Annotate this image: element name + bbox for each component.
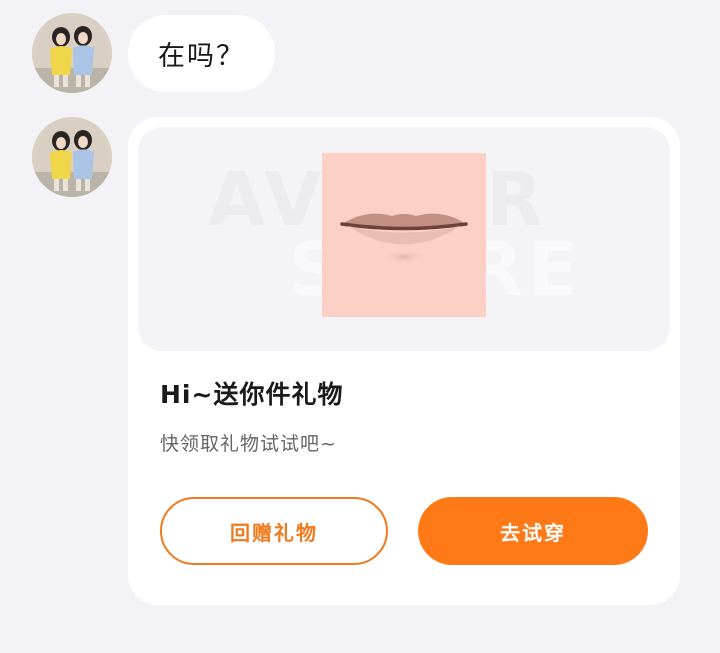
gift-subtitle: 快领取礼物试试吧~ <box>160 433 337 455</box>
user-avatar-icon[interactable] <box>32 13 112 93</box>
gift-preview[interactable]: AVATAR STORE <box>138 127 670 351</box>
lipstick-lips-icon <box>322 153 486 317</box>
return-gift-button[interactable]: 回赠礼物 <box>160 497 388 565</box>
try-on-button[interactable]: 去试穿 <box>418 497 648 565</box>
message-bubble[interactable]: 在吗？ <box>128 15 275 92</box>
gift-title: Hi~送你件礼物 <box>160 380 344 409</box>
chat-window: 在吗？ AVATAR STORE <box>0 0 720 653</box>
gift-card[interactable]: AVATAR STORE <box>128 117 680 605</box>
message-text: 在吗？ <box>158 41 245 72</box>
user-avatar-icon[interactable] <box>32 117 112 197</box>
